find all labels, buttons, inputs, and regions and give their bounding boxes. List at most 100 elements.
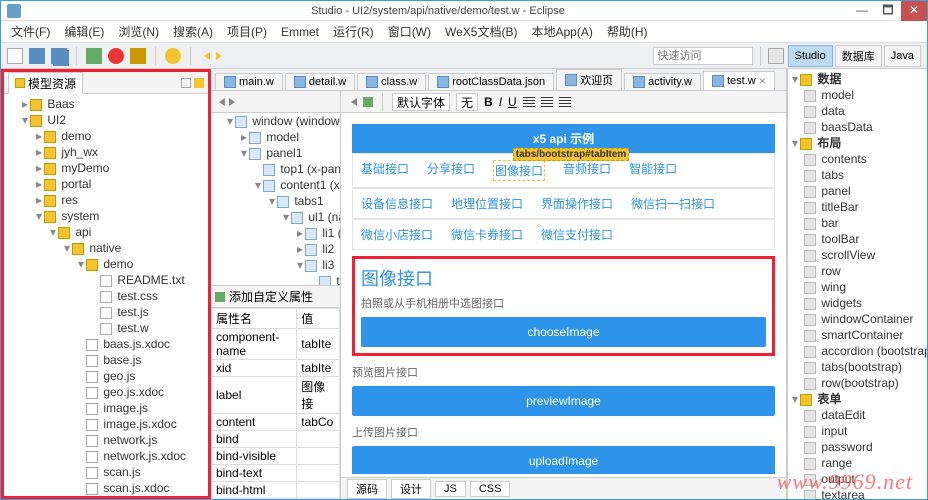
italic-button[interactable]: I	[499, 95, 502, 109]
palette-item[interactable]: scrollView	[790, 247, 925, 263]
palette-item[interactable]: widgets	[790, 295, 925, 311]
build-icon[interactable]	[130, 48, 146, 64]
outline-forward-icon[interactable]	[229, 98, 239, 106]
bottom-tab-设计[interactable]: 设计	[391, 479, 431, 499]
align-right-icon[interactable]	[559, 97, 571, 107]
menu-item[interactable]: 编辑(E)	[58, 21, 110, 42]
editor-tab[interactable]: class.w	[357, 73, 426, 90]
property-row[interactable]: bind-html	[212, 482, 340, 499]
bottom-tab-CSS[interactable]: CSS	[470, 481, 511, 497]
palette-item[interactable]: password	[790, 439, 925, 455]
editor-tab[interactable]: rootClassData.json	[428, 73, 554, 90]
outline-back-icon[interactable]	[215, 98, 225, 106]
outline-node[interactable]: ▾ li3	[211, 257, 340, 273]
tree-node[interactable]: network.js.xdoc	[6, 448, 206, 464]
tree-node[interactable]: geo.js	[6, 368, 206, 384]
menu-item[interactable]: WeX5文档(B)	[439, 21, 523, 42]
close-tab-icon[interactable]: ×	[759, 74, 766, 88]
tree-node[interactable]: ▸ demo	[6, 128, 206, 144]
forward-icon[interactable]	[216, 52, 226, 60]
property-row[interactable]: bind	[212, 431, 340, 448]
editor-tab[interactable]: main.w	[215, 73, 283, 90]
bold-button[interactable]: B	[484, 95, 493, 109]
tree-node[interactable]: test.js	[6, 304, 206, 320]
tree-node[interactable]: test.css	[6, 288, 206, 304]
tree-node[interactable]: ▾ demo	[6, 256, 206, 272]
upload-image-button[interactable]: uploadImage	[352, 446, 775, 476]
palette-group[interactable]: ▾ 数据	[790, 71, 925, 87]
editor-tab[interactable]: test.w ×	[703, 71, 775, 90]
bottom-tab-JS[interactable]: JS	[435, 481, 466, 497]
palette-item[interactable]: wing	[790, 279, 925, 295]
tree-node[interactable]: scan.js.xdoc	[6, 480, 206, 496]
tree-node[interactable]: ▸ res	[6, 192, 206, 208]
property-row[interactable]: bind-visible	[212, 448, 340, 465]
outline-node[interactable]: ▾ tabs1	[211, 193, 340, 209]
tree-node[interactable]: ▾ system	[6, 208, 206, 224]
palette-item[interactable]: panel	[790, 183, 925, 199]
outline-node[interactable]: ▸ li2	[211, 241, 340, 257]
font-select[interactable]: 默认字体	[392, 93, 450, 111]
palette-item[interactable]: contents	[790, 151, 925, 167]
new-icon[interactable]	[7, 48, 23, 64]
menu-item[interactable]: Emmet	[275, 23, 325, 41]
choose-image-button[interactable]: chooseImage	[361, 317, 766, 347]
size-select[interactable]: 无	[456, 93, 478, 111]
properties-table[interactable]: 属性名值component-nametabItexidtabItelabel图像…	[211, 308, 340, 499]
menu-item[interactable]: 文件(F)	[5, 21, 56, 42]
perspective-Studio[interactable]: Studio	[788, 45, 833, 67]
bottom-tab-源码[interactable]: 源码	[347, 479, 387, 499]
outline-node[interactable]: ▾ panel1	[211, 145, 340, 161]
outline-node[interactable]: tab	[211, 273, 340, 285]
palette-item[interactable]: tabs	[790, 167, 925, 183]
palette-item[interactable]: bar	[790, 215, 925, 231]
menu-item[interactable]: 本地App(A)	[525, 21, 598, 42]
palette-tree[interactable]: ▾ 数据 model data baasData▾ 布局 contents ta…	[788, 69, 927, 499]
outline-node[interactable]: ▾ content1 (x-pan	[211, 177, 340, 193]
property-row[interactable]: component-nametabIte	[212, 329, 340, 360]
api-tab-link[interactable]: 音频接口	[563, 160, 611, 181]
tree-node[interactable]: ▾ api	[6, 224, 206, 240]
outline-node[interactable]: ▸ model	[211, 129, 340, 145]
property-row[interactable]: label图像接	[212, 377, 340, 414]
align-left-icon[interactable]	[523, 97, 535, 107]
perspective-Java[interactable]: Java	[884, 45, 921, 67]
maximize-button[interactable]: 🗖	[875, 1, 901, 21]
editor-tab[interactable]: activity.w	[624, 73, 701, 90]
tree-node[interactable]: geo.js.xdoc	[6, 384, 206, 400]
editor-tab[interactable]: 欢迎页	[556, 69, 622, 90]
api-tab-link[interactable]: 智能接口	[629, 160, 677, 181]
align-center-icon[interactable]	[541, 97, 553, 107]
preview-image-button[interactable]: previewImage	[352, 386, 775, 416]
outline-node[interactable]: ▾ window (window)	[211, 113, 340, 129]
tree-node[interactable]: image.js	[6, 400, 206, 416]
tree-node[interactable]: ▸ Baas	[6, 96, 206, 112]
quick-access-input[interactable]	[653, 47, 753, 65]
design-canvas[interactable]: x5 api 示例 tabs/bootstrap#tabItem 基础接口分享接…	[341, 113, 786, 477]
link-icon[interactable]	[194, 78, 204, 88]
palette-item[interactable]: row(bootstrap)	[790, 375, 925, 391]
palette-item[interactable]: tabs(bootstrap)	[790, 359, 925, 375]
canvas-add-icon[interactable]	[363, 97, 373, 107]
api-tab-link[interactable]: 设备信息接口	[361, 195, 433, 212]
outline-tree[interactable]: ▾ window (window)▸ model▾ panel1 top1 (x…	[211, 113, 340, 285]
tree-node[interactable]: base.js	[6, 352, 206, 368]
canvas-back-icon[interactable]	[347, 98, 357, 106]
api-tab-link[interactable]: 地理位置接口	[451, 195, 523, 212]
property-row[interactable]: bind-text	[212, 465, 340, 482]
tree-node[interactable]: ▾ native	[6, 240, 206, 256]
debug-icon[interactable]	[86, 48, 102, 64]
close-button[interactable]: ✕	[901, 1, 927, 21]
palette-item[interactable]: model	[790, 87, 925, 103]
perspective-switch-icon[interactable]	[768, 48, 784, 64]
save-all-icon[interactable]	[51, 48, 67, 64]
run-icon[interactable]	[108, 48, 124, 64]
tree-node[interactable]: baas.js.xdoc	[6, 336, 206, 352]
api-tab-link[interactable]: 微信扫一扫接口	[631, 195, 715, 212]
palette-item[interactable]: accordion (bootstrap)	[790, 343, 925, 359]
collapse-icon[interactable]	[181, 78, 191, 88]
tree-node[interactable]: ▸ portal	[6, 176, 206, 192]
palette-item[interactable]: windowContainer	[790, 311, 925, 327]
palette-item[interactable]: data	[790, 103, 925, 119]
api-tab-link[interactable]: 微信小店接口	[361, 226, 433, 243]
